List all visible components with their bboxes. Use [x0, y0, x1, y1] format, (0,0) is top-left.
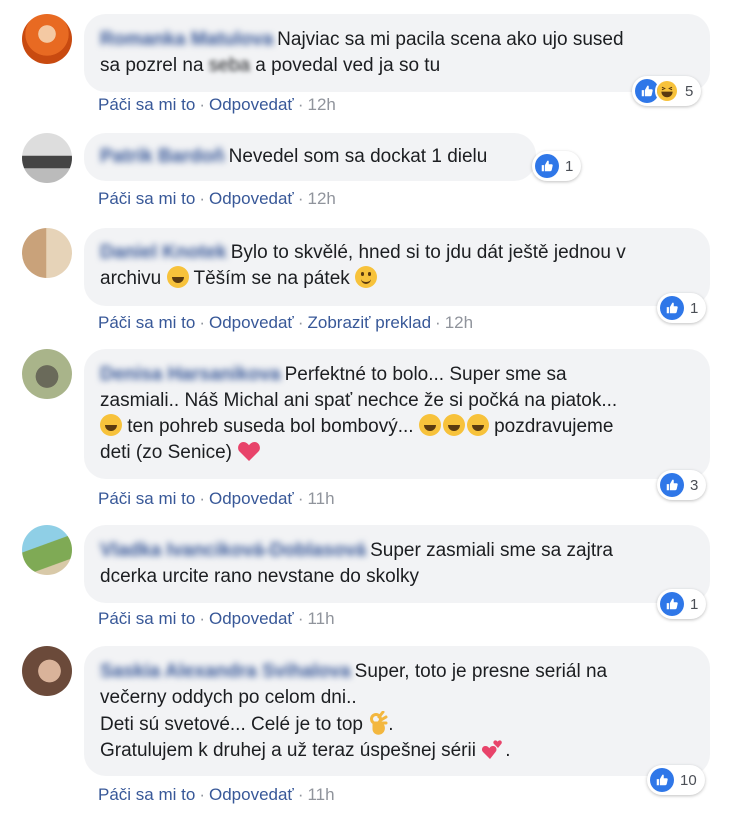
- comment-text: večerny oddych po celom dni..: [100, 687, 357, 708]
- avatar[interactable]: [22, 228, 72, 278]
- avatar[interactable]: [22, 14, 72, 64]
- comment-bubble: Vladka Ivanciková-Doblasová Super zasmial…: [84, 525, 710, 603]
- comment-bubble: Romanka Matulova Najviac sa mi pacila sce…: [84, 14, 710, 92]
- laughing-emoji-icon: [100, 414, 122, 436]
- comment-actions: Páči sa mi to · Odpovedať · Zobraziť preklad…: [98, 313, 474, 332]
- reaction-count: 10: [680, 771, 697, 789]
- comment-text: ten pohreb suseda bol bombový...: [127, 416, 414, 437]
- reactions-badge[interactable]: 1: [532, 151, 582, 181]
- timestamp[interactable]: 11h: [307, 785, 334, 804]
- reactions-badge[interactable]: 10: [647, 765, 705, 795]
- comment-author[interactable]: Saskia Alexandra Svihalova: [100, 661, 351, 682]
- like-icon: [660, 592, 684, 616]
- comment-actions: Páči sa mi to · Odpovedať · 12h: [98, 95, 336, 114]
- heart-emoji-icon: [238, 442, 261, 461]
- comment-text: Super zasmiali sme sa zajtra: [370, 540, 613, 561]
- laughing-emoji-icon: [166, 266, 189, 288]
- comment-text: Nevedel som sa dockat 1 dielu: [228, 146, 488, 167]
- reply-button[interactable]: Odpovedať: [209, 313, 294, 332]
- comment-bubble: Daniel Knotek Bylo to skvělé, hned si to …: [84, 228, 710, 306]
- reply-button[interactable]: Odpovedať: [209, 785, 294, 804]
- comment-text: pozdravujeme: [494, 416, 614, 437]
- like-button[interactable]: Páči sa mi to: [98, 609, 195, 628]
- haha-icon: [655, 79, 679, 103]
- like-button[interactable]: Páči sa mi to: [98, 785, 195, 804]
- reactions-badge[interactable]: 1: [657, 589, 707, 619]
- like-button[interactable]: Páči sa mi to: [98, 489, 195, 508]
- comment-author[interactable]: Daniel Knotek: [100, 242, 227, 263]
- comment-text: a povedal ved ja so tu: [255, 55, 441, 76]
- timestamp[interactable]: 11h: [307, 489, 334, 508]
- laughing-emoji-icon: [442, 414, 465, 436]
- reaction-count: 3: [690, 476, 699, 494]
- reaction-count: 5: [685, 82, 694, 100]
- comment-text: zasmiali.. Náš Michal ani spať nechce že…: [100, 390, 618, 411]
- comment-bubble: Patrik Bardoň Nevedel som sa dockat 1 die…: [84, 133, 536, 181]
- comment-text: Těším se na pátek: [193, 268, 350, 289]
- reply-button[interactable]: Odpovedať: [209, 609, 294, 628]
- comment-bubble: Denisa Harsanikova Perfektné to bolo... S…: [84, 349, 710, 479]
- comment-text: Perfektné to bolo... Super sme sa: [284, 364, 567, 385]
- comment-bubble: Saskia Alexandra Svihalova Super, toto je…: [84, 646, 710, 776]
- reaction-count: 1: [690, 595, 699, 613]
- like-button[interactable]: Páči sa mi to: [98, 95, 195, 114]
- comment-text: Bylo to skvělé, hned si to jdu dát ještě…: [230, 242, 626, 263]
- laughing-emoji-icon: [418, 414, 441, 436]
- avatar[interactable]: [22, 349, 72, 399]
- reactions-badge[interactable]: 1: [657, 293, 707, 323]
- like-icon: [535, 154, 559, 178]
- timestamp[interactable]: 12h: [445, 313, 473, 332]
- comment-author[interactable]: Romanka Matulova: [100, 29, 273, 50]
- comment-actions: Páči sa mi to · Odpovedať · 12h: [98, 189, 336, 208]
- like-button[interactable]: Páči sa mi to: [98, 313, 195, 332]
- like-icon: [660, 296, 684, 320]
- reply-button[interactable]: Odpovedať: [209, 95, 294, 114]
- avatar[interactable]: [22, 525, 72, 575]
- comment-author[interactable]: Patrik Bardoň: [100, 146, 225, 167]
- reply-button[interactable]: Odpovedať: [209, 489, 294, 508]
- two-hearts-emoji-icon: [482, 740, 503, 759]
- ok-hand-emoji-icon: [370, 711, 388, 735]
- comment-text: dcerka urcite rano nevstane do skolky: [100, 566, 419, 587]
- comment-author[interactable]: Denisa Harsanikova: [100, 364, 281, 385]
- comment-actions: Páči sa mi to · Odpovedať · 11h: [98, 609, 335, 628]
- comment-text: archivu: [100, 268, 162, 289]
- comment-actions: Páči sa mi to · Odpovedať · 11h: [98, 785, 335, 804]
- comment-text: Deti sú svetové... Celé je to top: [100, 714, 363, 735]
- timestamp[interactable]: 12h: [307, 95, 335, 114]
- like-icon: [660, 473, 684, 497]
- reply-button[interactable]: Odpovedať: [209, 189, 294, 208]
- reactions-badge[interactable]: 3: [657, 470, 707, 500]
- reactions-badge[interactable]: 5: [632, 76, 702, 106]
- laughing-emoji-icon: [466, 414, 489, 436]
- avatar[interactable]: [22, 646, 72, 696]
- translate-button[interactable]: Zobraziť preklad: [307, 313, 431, 332]
- comment-text: Gratulujem k druhej a už teraz úspešnej …: [100, 740, 476, 761]
- like-icon: [650, 768, 674, 792]
- comment-actions: Páči sa mi to · Odpovedať · 11h: [98, 489, 335, 508]
- timestamp[interactable]: 11h: [307, 609, 334, 628]
- avatar[interactable]: [22, 133, 72, 183]
- comment-text: deti (zo Senice): [100, 442, 233, 463]
- comment-text: Super, toto je presne seriál na: [354, 661, 608, 682]
- smile-emoji-icon: [355, 266, 378, 288]
- reaction-count: 1: [565, 157, 574, 175]
- timestamp[interactable]: 12h: [307, 189, 335, 208]
- reaction-count: 1: [690, 299, 699, 317]
- comment-author[interactable]: Vladka Ivanciková-Doblasová: [100, 540, 366, 561]
- comment-text: sa pozrel na: [100, 55, 204, 76]
- like-button[interactable]: Páči sa mi to: [98, 189, 195, 208]
- comment-text: seba: [208, 55, 250, 76]
- comment-text: Najviac sa mi pacila scena ako ujo sused: [277, 29, 624, 50]
